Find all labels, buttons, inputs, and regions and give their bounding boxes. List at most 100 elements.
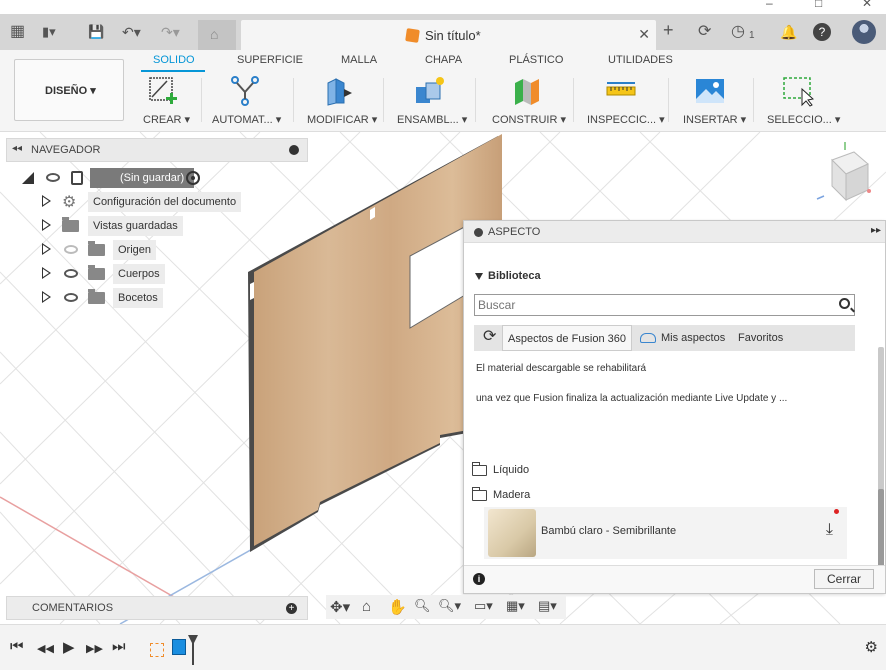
help-icon[interactable]: ?: [813, 23, 831, 41]
home-button[interactable]: ⌂: [198, 20, 236, 50]
pan-icon[interactable]: ✋: [388, 598, 407, 616]
undo-icon[interactable]: ↶▾: [122, 22, 141, 42]
visibility-eye-icon[interactable]: [64, 269, 78, 278]
library-message-line2: una vez que Fusion finaliza la actualiza…: [476, 393, 788, 404]
close-window-button[interactable]: ✕: [862, 0, 872, 10]
activate-radio-icon[interactable]: [186, 171, 200, 185]
inspect-icon[interactable]: [605, 75, 637, 107]
maximize-button[interactable]: □: [815, 0, 822, 10]
avatar[interactable]: [852, 20, 876, 44]
expand-triangle-icon[interactable]: [42, 243, 51, 255]
group-insertar[interactable]: INSERTAR ▾: [683, 113, 746, 126]
collapse-navigator-icon[interactable]: ◂◂: [12, 143, 22, 154]
library-collapse-icon[interactable]: [475, 273, 483, 280]
timeline-play-icon[interactable]: ▶: [63, 638, 75, 656]
segment-my-appearances[interactable]: Mis aspectos: [656, 325, 730, 351]
collapse-triangle-icon[interactable]: [22, 172, 34, 184]
ribbon-separator: [668, 78, 669, 122]
group-construir[interactable]: CONSTRUIR ▾: [492, 113, 566, 126]
minimize-button[interactable]: –: [766, 0, 773, 10]
tab-superficie[interactable]: SUPERFICIE: [237, 54, 303, 66]
tree-item-bodies[interactable]: Cuerpos: [40, 264, 250, 284]
document-tab[interactable]: Sin título* ✕: [241, 20, 656, 50]
app-grid-icon[interactable]: ▦: [10, 22, 25, 42]
visibility-eye-icon[interactable]: [64, 293, 78, 302]
view-cube[interactable]: [812, 138, 878, 208]
tab-utilidades[interactable]: UTILIDADES: [608, 54, 673, 66]
fit-icon[interactable]: 🔍︎▾: [438, 598, 461, 614]
tab-plastico[interactable]: PLÁSTICO: [509, 54, 563, 66]
hidden-eye-icon[interactable]: [64, 245, 78, 254]
create-sketch-icon[interactable]: [147, 75, 179, 107]
group-automat[interactable]: AUTOMAT... ▾: [212, 113, 281, 126]
assemble-icon[interactable]: [414, 75, 446, 107]
expand-triangle-icon[interactable]: [42, 267, 51, 279]
timeline-last-icon[interactable]: ⏭: [112, 638, 126, 655]
expand-triangle-icon[interactable]: [42, 219, 51, 231]
visibility-eye-icon[interactable]: [46, 173, 60, 182]
comments-bar[interactable]: COMENTARIOS +: [6, 596, 308, 620]
search-icon[interactable]: [839, 298, 850, 309]
add-comment-icon[interactable]: +: [286, 603, 297, 614]
viewports-icon[interactable]: ▤▾: [538, 598, 557, 614]
tab-solido[interactable]: SOLIDO: [153, 54, 195, 66]
workspace-dropdown[interactable]: DISEÑO ▾: [14, 59, 124, 121]
expand-panel-icon[interactable]: ▸▸: [871, 225, 881, 236]
orbit-icon[interactable]: ✥▾: [330, 598, 350, 616]
material-item[interactable]: Bambú claro - Semibrillante ⤓: [484, 507, 847, 559]
download-icon[interactable]: ⤓: [826, 521, 833, 539]
select-icon[interactable]: [782, 75, 814, 107]
group-seleccio[interactable]: SELECCIO... ▾: [767, 113, 840, 126]
panel-collapse-icon[interactable]: [474, 228, 483, 237]
navigator-pin-icon[interactable]: [289, 145, 299, 155]
redo-icon[interactable]: ↷▾: [161, 22, 180, 42]
folder-madera[interactable]: Madera: [472, 486, 672, 506]
group-crear[interactable]: CREAR ▾: [143, 113, 190, 126]
tree-item-sketches[interactable]: Bocetos: [40, 288, 250, 308]
notifications-icon[interactable]: 🔔: [780, 22, 797, 42]
segment-favorites[interactable]: Favoritos: [733, 325, 788, 351]
grid-settings-icon[interactable]: ▦▾: [506, 598, 525, 614]
tree-root[interactable]: (Sin guardar): [20, 168, 240, 188]
timeline-sketch-feature[interactable]: [150, 643, 164, 657]
timeline-settings-icon[interactable]: ⚙: [865, 638, 878, 656]
insert-icon[interactable]: [694, 75, 726, 107]
expand-triangle-icon[interactable]: [42, 195, 51, 207]
display-settings-icon[interactable]: ▭▾: [474, 598, 493, 614]
construct-icon[interactable]: [511, 75, 543, 107]
timeline-first-icon[interactable]: ⏮: [10, 638, 24, 655]
folder-liquido[interactable]: Líquido: [472, 461, 672, 481]
tree-item-document-settings[interactable]: ⚙ Configuración del documento: [40, 192, 250, 212]
close-tab-icon[interactable]: ✕: [638, 26, 650, 43]
refresh-library-icon[interactable]: ⟳: [478, 325, 501, 351]
search-input[interactable]: [478, 296, 818, 314]
refresh-icon[interactable]: ⟳: [698, 22, 711, 42]
tab-malla[interactable]: MALLA: [341, 54, 377, 66]
group-inspeccic[interactable]: INSPECCIC... ▾: [587, 113, 665, 126]
folder-label: Madera: [493, 489, 531, 501]
vertical-scrollbar[interactable]: [878, 257, 884, 593]
group-ensambl[interactable]: ENSAMBL... ▾: [397, 113, 467, 126]
timeline-body-feature[interactable]: [172, 639, 186, 655]
zoom-icon[interactable]: 🔍︎: [414, 598, 431, 614]
library-segment-control: ⟳ Aspectos de Fusion 360 Mis aspectos Fa…: [474, 325, 855, 351]
look-at-icon[interactable]: ⌂: [362, 598, 371, 615]
expand-triangle-icon[interactable]: [42, 291, 51, 303]
modify-icon[interactable]: [322, 75, 354, 107]
segment-fusion-appearances[interactable]: Aspectos de Fusion 360: [502, 325, 633, 351]
save-icon[interactable]: 💾: [88, 22, 104, 42]
close-button[interactable]: Cerrar: [814, 569, 874, 589]
jobs-icon[interactable]: ◷: [731, 22, 745, 42]
tab-chapa[interactable]: CHAPA: [425, 54, 462, 66]
group-modificar[interactable]: MODIFICAR ▾: [307, 113, 377, 126]
automate-icon[interactable]: [229, 75, 261, 107]
tree-item-saved-views[interactable]: Vistas guardadas: [40, 216, 250, 236]
file-menu-icon[interactable]: ▮▾: [42, 22, 56, 42]
tree-item-origin[interactable]: Origen: [40, 240, 250, 260]
new-tab-icon[interactable]: +: [663, 20, 674, 40]
navigator-header[interactable]: ◂◂ NAVEGADOR: [6, 138, 308, 162]
timeline-prev-icon[interactable]: ◀◀: [37, 642, 54, 655]
appearance-panel-header[interactable]: ASPECTO ▸▸: [464, 221, 885, 243]
info-icon[interactable]: i: [473, 573, 485, 585]
timeline-next-icon[interactable]: ▶▶: [86, 642, 103, 655]
